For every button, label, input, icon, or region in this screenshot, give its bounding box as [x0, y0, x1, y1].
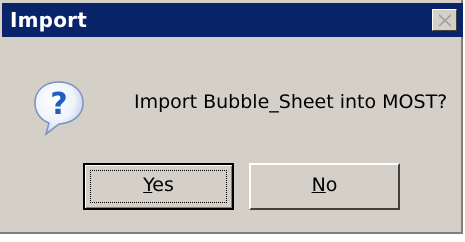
yes-button-label: Yes	[143, 174, 174, 196]
svg-text:?: ?	[50, 87, 67, 122]
dialog-window: Import ? Import Bubble_Sheet into MOST? …	[0, 0, 463, 234]
question-icon: ?	[34, 81, 84, 136]
title-bar[interactable]: Import	[2, 3, 463, 37]
no-button-label: No	[311, 174, 338, 196]
dialog-message: Import Bubble_Sheet into MOST?	[134, 91, 448, 113]
no-button[interactable]: No	[249, 163, 400, 210]
close-button[interactable]	[432, 9, 457, 31]
yes-button[interactable]: Yes	[83, 163, 234, 210]
close-icon	[438, 14, 452, 27]
window-title: Import	[10, 8, 87, 32]
